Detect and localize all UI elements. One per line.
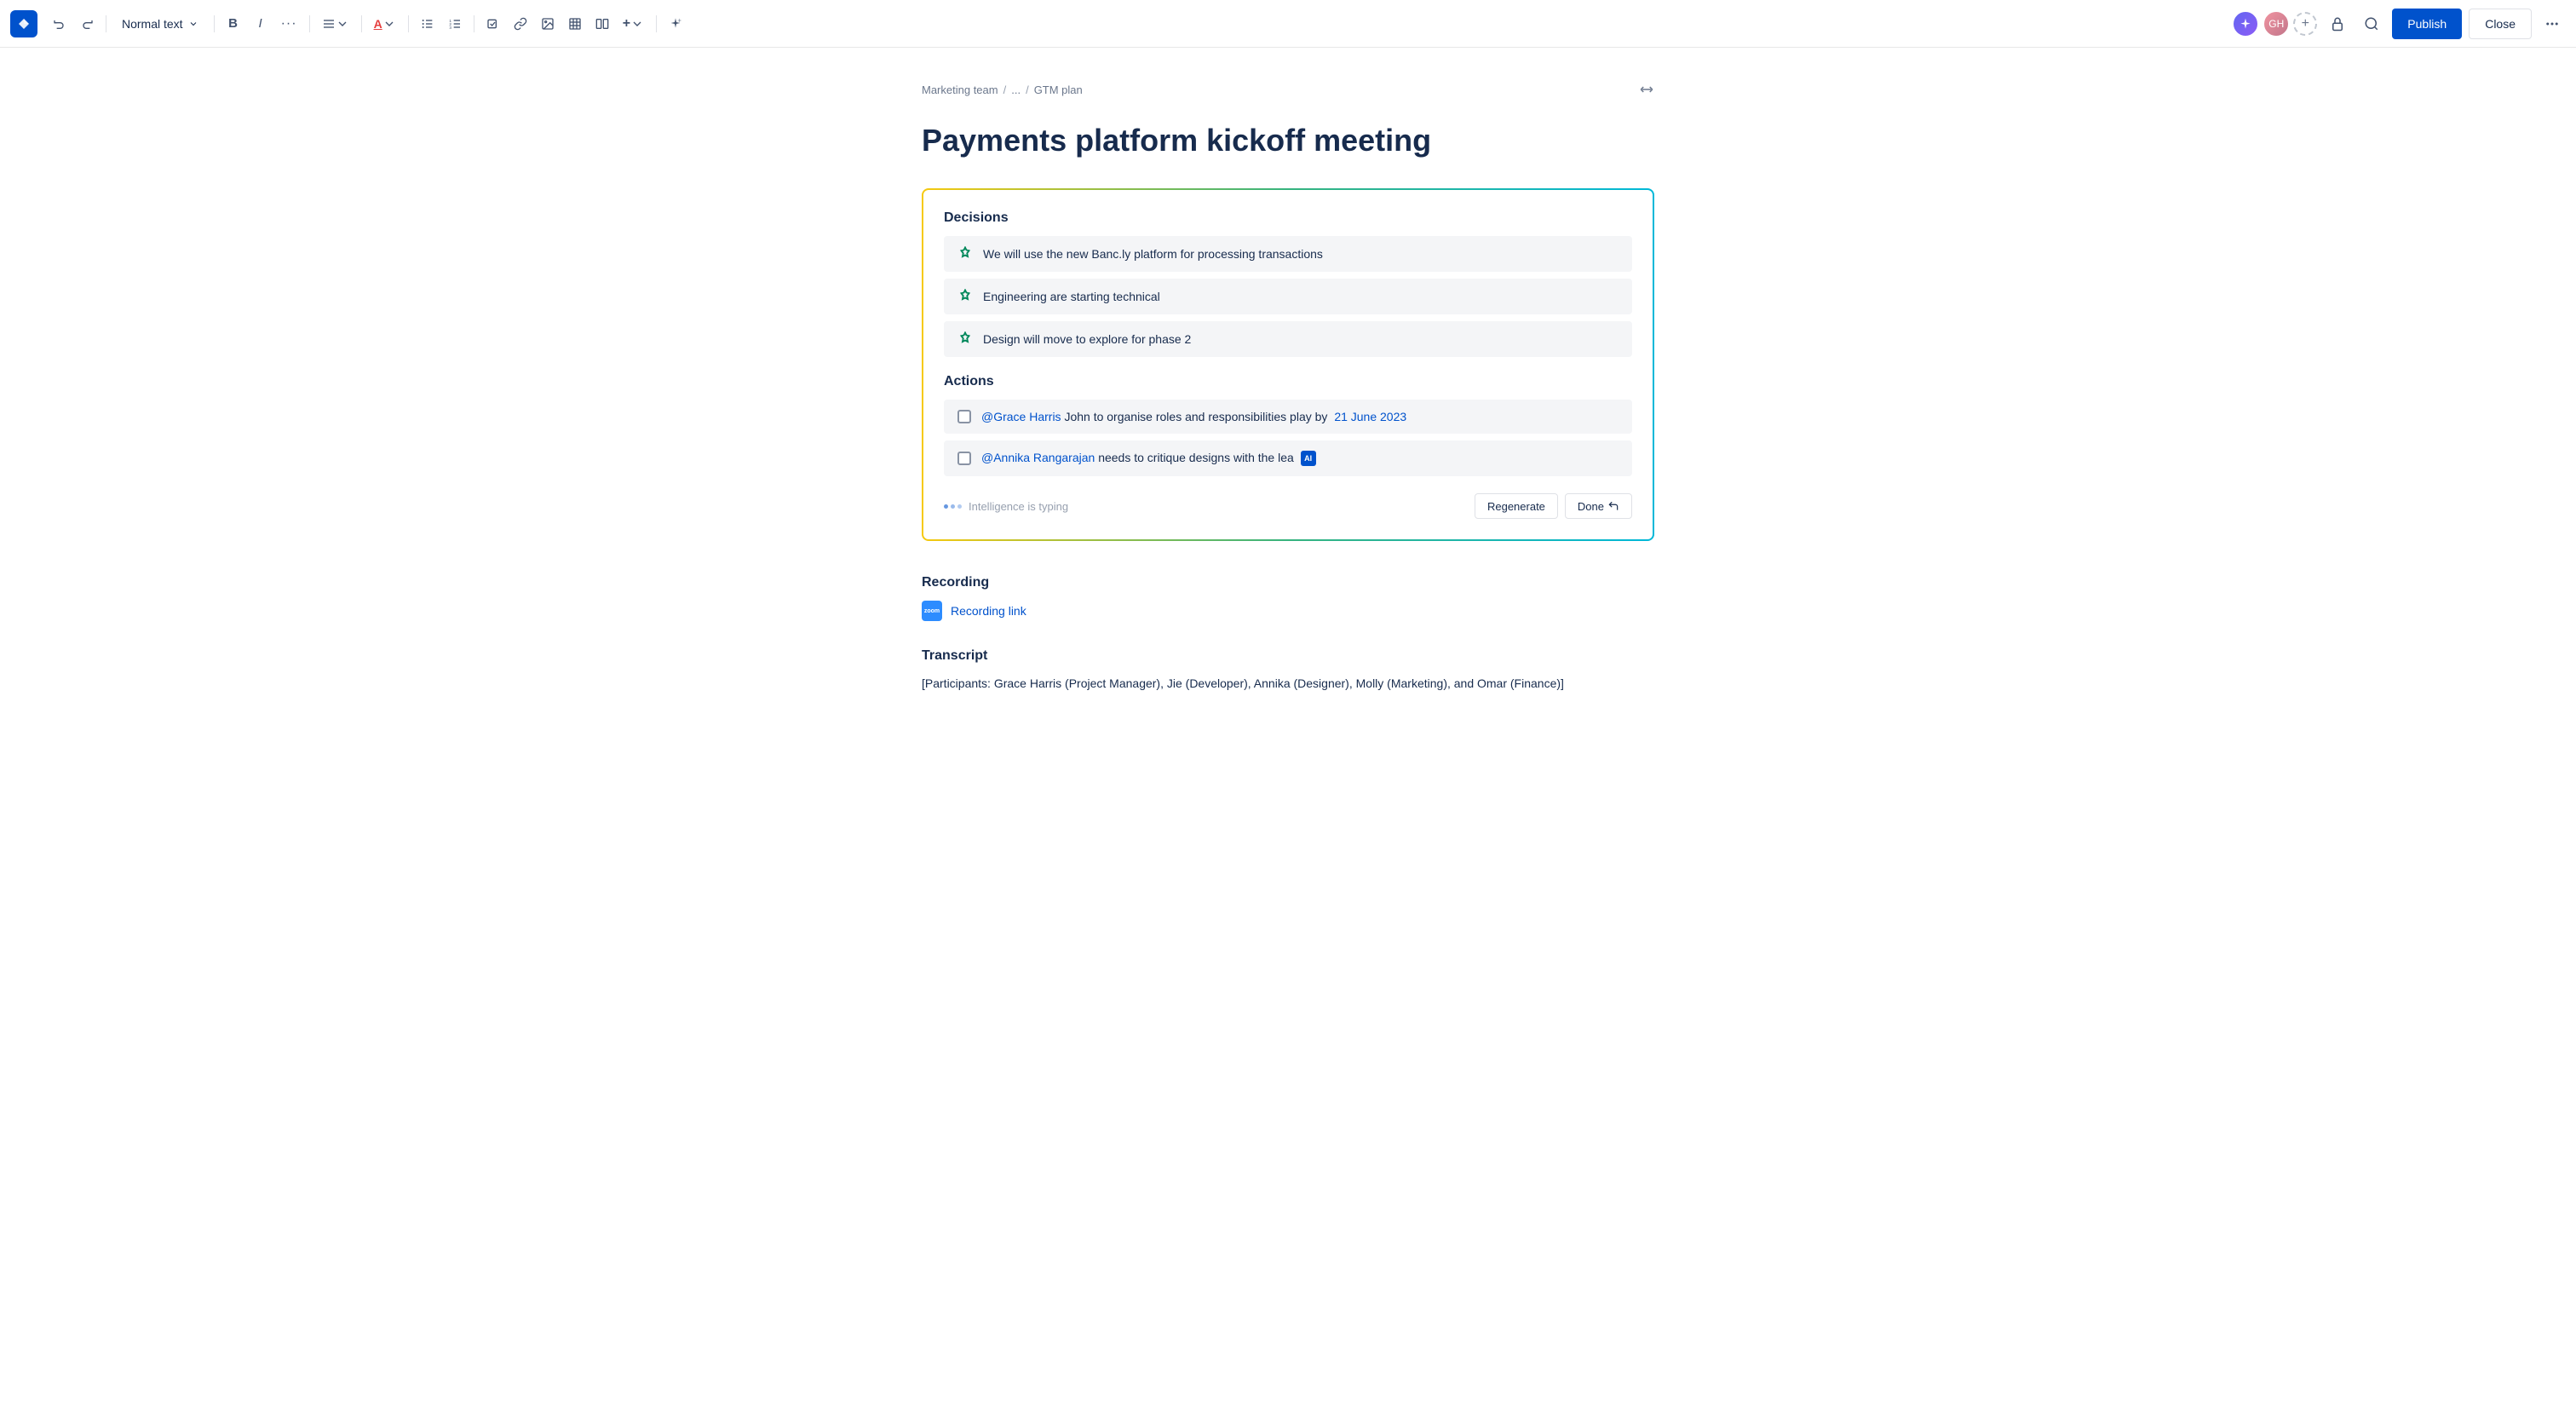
add-collaborator-button[interactable]: + [2293, 12, 2317, 36]
typing-indicator: Intelligence is typing [944, 500, 1068, 513]
italic-button[interactable]: I [249, 10, 273, 37]
breadcrumb-gtm-plan[interactable]: GTM plan [1034, 83, 1083, 96]
divider-2 [214, 15, 215, 32]
columns-button[interactable] [590, 10, 614, 37]
decision-icon-1 [957, 246, 973, 262]
action-body-1: John to organise roles and responsibilit… [1064, 410, 1331, 423]
bullet-list-button[interactable] [416, 10, 440, 37]
app-logo[interactable] [10, 10, 37, 37]
more-options-button[interactable] [2539, 10, 2566, 37]
action-checkbox-2[interactable] [957, 452, 971, 465]
page-content: Marketing team / ... / GTM plan Payments… [922, 48, 1654, 1410]
action-item-1: @Grace Harris John to organise roles and… [944, 400, 1632, 434]
redo-button[interactable] [75, 10, 99, 37]
toolbar-right: GH + Publish Close [2232, 9, 2566, 39]
action-text-2: @Annika Rangarajan needs to critique des… [981, 451, 1316, 466]
typing-label: Intelligence is typing [969, 500, 1068, 513]
breadcrumb-sep-1: / [1003, 83, 1007, 96]
mention-1: @Grace Harris [981, 410, 1061, 423]
decision-item-2: Engineering are starting technical [944, 279, 1632, 314]
regenerate-button[interactable]: Regenerate [1475, 493, 1558, 519]
breadcrumb-marketing-team[interactable]: Marketing team [922, 83, 998, 96]
table-button[interactable] [563, 10, 587, 37]
image-button[interactable] [536, 10, 560, 37]
ai-badge: AI [1301, 451, 1316, 466]
recording-link[interactable]: zoom Recording link [922, 601, 1654, 621]
dot-1 [944, 504, 948, 509]
dot-3 [957, 504, 962, 509]
checklist-button[interactable] [481, 10, 505, 37]
avatar-group: GH + [2232, 10, 2317, 37]
lock-button[interactable] [2324, 10, 2351, 37]
action-body-2: needs to critique designs with the lea [1098, 451, 1294, 464]
decision-icon-2 [957, 289, 973, 304]
recording-link-text: Recording link [951, 604, 1026, 618]
svg-text:3: 3 [449, 26, 451, 30]
action-checkbox-1[interactable] [957, 410, 971, 423]
user-avatar[interactable]: GH [2263, 10, 2290, 37]
decision-text-2: Engineering are starting technical [983, 290, 1160, 303]
divider-3 [309, 15, 310, 32]
decision-item-1: We will use the new Banc.ly platform for… [944, 236, 1632, 272]
breadcrumb: Marketing team / ... / GTM plan [922, 82, 1654, 97]
decision-item-3: Design will move to explore for phase 2 [944, 321, 1632, 357]
divider-4 [361, 15, 362, 32]
typing-dots [944, 504, 962, 509]
actions-heading: Actions [944, 374, 1632, 389]
transcript-heading: Transcript [922, 648, 1654, 664]
done-button[interactable]: Done [1565, 493, 1632, 519]
transcript-section: Transcript [Participants: Grace Harris (… [922, 648, 1654, 693]
action-date-1: 21 June 2023 [1334, 410, 1406, 423]
divider-5 [408, 15, 409, 32]
ai-avatar [2232, 10, 2259, 37]
link-button[interactable] [509, 10, 532, 37]
dot-2 [951, 504, 955, 509]
expand-width-button[interactable] [1639, 82, 1654, 97]
close-button[interactable]: Close [2469, 9, 2532, 39]
action-text-1: @Grace Harris John to organise roles and… [981, 410, 1406, 423]
zoom-icon: zoom [922, 601, 942, 621]
decisions-heading: Decisions [944, 210, 1632, 226]
divider-7 [656, 15, 657, 32]
undo-button[interactable] [48, 10, 72, 37]
text-color-button[interactable]: A [369, 10, 401, 37]
toolbar: Normal text B I ··· A [0, 0, 2576, 48]
breadcrumb-sep-2: / [1026, 83, 1029, 96]
publish-button[interactable]: Publish [2392, 9, 2462, 39]
transcript-text: [Participants: Grace Harris (Project Man… [922, 674, 1654, 693]
breadcrumb-ellipsis[interactable]: ... [1011, 83, 1021, 96]
search-button[interactable] [2358, 10, 2385, 37]
text-style-dropdown[interactable]: Normal text [113, 10, 207, 37]
ai-panel: Decisions We will use the new Banc.ly pl… [922, 188, 1654, 541]
mention-2: @Annika Rangarajan [981, 451, 1095, 464]
insert-button[interactable]: + [618, 10, 649, 37]
numbered-list-button[interactable]: 1 2 3 [443, 10, 467, 37]
decision-text-3: Design will move to explore for phase 2 [983, 332, 1191, 346]
align-button[interactable] [317, 10, 354, 37]
action-item-2: @Annika Rangarajan needs to critique des… [944, 440, 1632, 476]
recording-section: Recording zoom Recording link [922, 575, 1654, 621]
content-area: Marketing team / ... / GTM plan Payments… [0, 48, 2576, 1410]
bold-button[interactable]: B [221, 10, 245, 37]
decision-icon-3 [957, 331, 973, 347]
intelligence-footer: Intelligence is typing Regenerate Done [944, 490, 1632, 519]
decision-text-1: We will use the new Banc.ly platform for… [983, 247, 1323, 261]
page-title: Payments platform kickoff meeting [922, 121, 1654, 161]
recording-heading: Recording [922, 575, 1654, 590]
actions-section: Actions @Grace Harris John to organise r… [944, 374, 1632, 476]
ai-sparkle-button[interactable] [664, 10, 687, 37]
more-formatting-button[interactable]: ··· [276, 10, 302, 37]
footer-buttons: Regenerate Done [1475, 493, 1632, 519]
